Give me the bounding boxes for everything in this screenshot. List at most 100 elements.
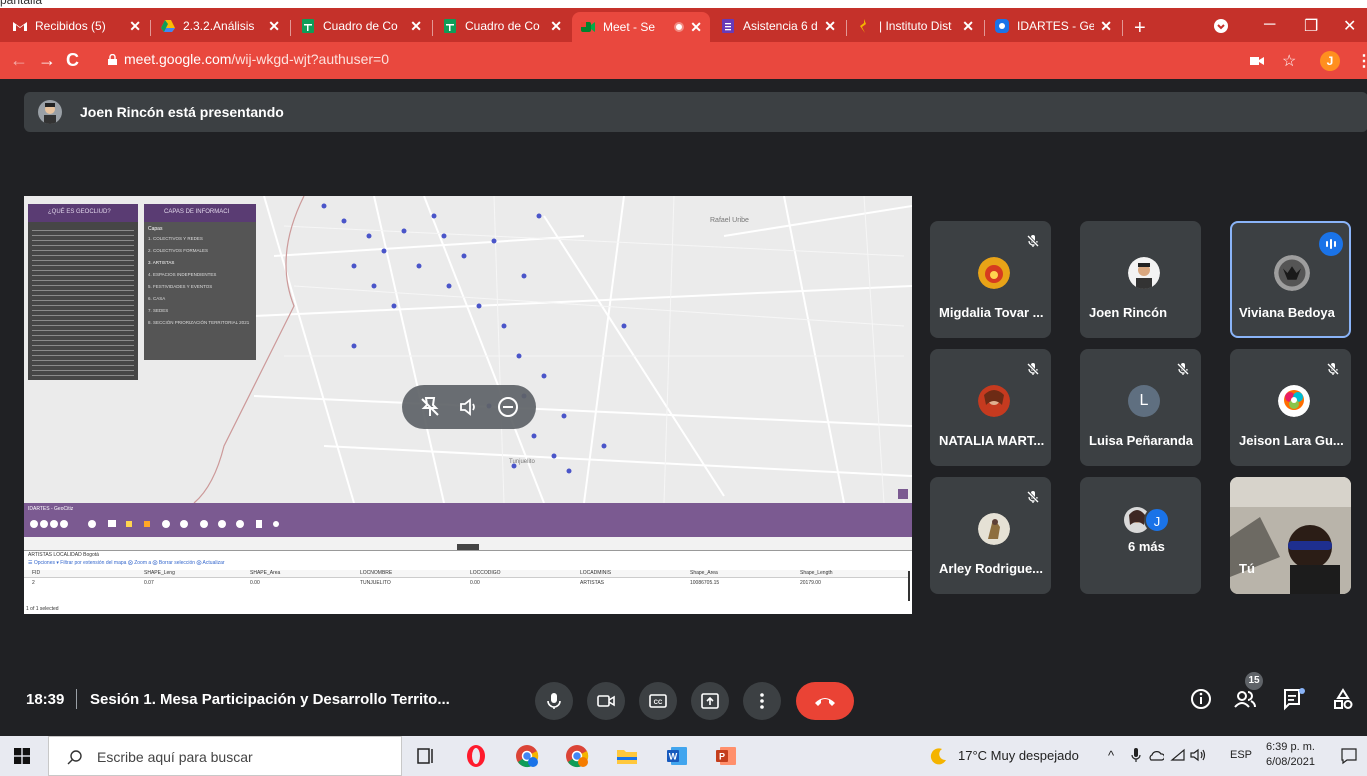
tray-chevron-icon[interactable]: ^ xyxy=(1108,748,1114,763)
participant-tile-active-speaker[interactable]: Viviana Bedoya xyxy=(1230,221,1351,338)
leave-call-button[interactable] xyxy=(796,682,854,720)
screen: pantalla Recibidos (5) ✕ 2.3.2.Análisis … xyxy=(0,0,1367,776)
url-field[interactable]: meet.google.com/wij-wkgd-wjt?authuser=0 xyxy=(124,51,389,67)
pin-off-icon[interactable] xyxy=(418,395,442,419)
onedrive-icon[interactable] xyxy=(1148,748,1164,762)
meeting-info-icon[interactable] xyxy=(1189,687,1213,711)
layer-item: 8. SECCIÓN PRIORIZACIÓN TERRITORIAL 2021 xyxy=(148,320,250,325)
participant-tile[interactable]: L Luisa Peñaranda xyxy=(1080,349,1201,466)
presenting-banner: Joen Rincón está presentando xyxy=(24,92,1367,132)
forward-icon[interactable]: → xyxy=(38,50,56,70)
table-cell: 0.00 xyxy=(470,580,480,586)
more-vert-icon xyxy=(760,693,764,709)
camera-button[interactable] xyxy=(587,682,625,720)
activities-icon[interactable] xyxy=(1331,687,1355,711)
chrome-icon[interactable] xyxy=(565,744,589,768)
opera-icon[interactable] xyxy=(464,744,488,768)
windows-start-icon[interactable] xyxy=(14,748,30,764)
close-icon[interactable]: ✕ xyxy=(824,18,836,35)
word-icon[interactable]: W xyxy=(665,744,689,768)
tab-drive-doc[interactable]: 2.3.2.Análisis ✕ xyxy=(152,12,288,40)
clock-date: 6/08/2021 xyxy=(1266,756,1315,768)
weather-text[interactable]: 17°C Muy despejado xyxy=(958,748,1079,763)
menu-dots-icon[interactable]: ⋮ xyxy=(1356,51,1367,71)
present-icon xyxy=(701,693,719,709)
chat-icon[interactable] xyxy=(1282,687,1306,711)
avatar xyxy=(1128,257,1160,289)
close-icon[interactable]: ✕ xyxy=(550,18,562,35)
camera-indicator-icon[interactable] xyxy=(1250,56,1264,66)
browser-tab-bar: Recibidos (5) ✕ 2.3.2.Análisis ✕ Cuadro … xyxy=(0,8,1367,42)
participant-tile[interactable]: Jeison Lara Gu... xyxy=(1230,349,1351,466)
close-icon[interactable]: ✕ xyxy=(410,18,422,35)
tab-gmail[interactable]: Recibidos (5) ✕ xyxy=(4,12,149,40)
table-cell: ARTISTAS xyxy=(580,580,604,586)
captions-button[interactable]: CC xyxy=(639,682,677,720)
participant-name: Viviana Bedoya xyxy=(1239,305,1335,320)
sheets-icon xyxy=(302,19,314,33)
close-icon[interactable]: ✕ xyxy=(268,18,280,35)
participant-tile[interactable]: NATALIA MART... xyxy=(930,349,1051,466)
chrome-icon[interactable] xyxy=(515,744,539,768)
meet-stage: Joen Rincón está presentando Rafael Urib… xyxy=(0,79,1367,735)
keyboard-language[interactable]: ESP xyxy=(1230,749,1252,761)
tab-sheets-2[interactable]: Cuadro de Co ✕ xyxy=(434,12,570,40)
volume-icon[interactable] xyxy=(457,395,481,419)
attribute-table: ARTISTAS LOCALIDAD Bogotá ☰ Opciones ▾ F… xyxy=(24,550,912,614)
remove-icon[interactable] xyxy=(496,395,520,419)
microphone-button[interactable] xyxy=(535,682,573,720)
more-options-button[interactable] xyxy=(743,682,781,720)
tab-idartes[interactable]: IDARTES - Ge ✕ xyxy=(986,12,1120,40)
bookmark-star-icon[interactable]: ☆ xyxy=(1282,51,1296,71)
close-icon[interactable]: ✕ xyxy=(962,18,974,35)
map-toolbar: IDARTES - GeoCitiz xyxy=(24,503,912,537)
hang-up-icon xyxy=(815,698,835,706)
tab-label: Asistencia 6 d xyxy=(743,19,818,33)
mic-off-icon xyxy=(1326,362,1340,376)
task-view-icon[interactable] xyxy=(414,744,438,768)
close-icon[interactable]: ✕ xyxy=(1100,18,1112,35)
participant-tile-more[interactable]: J 6 más xyxy=(1080,477,1201,594)
people-icon[interactable] xyxy=(1233,687,1257,711)
wifi-icon[interactable] xyxy=(1170,748,1186,762)
profile-avatar[interactable]: J xyxy=(1320,51,1340,71)
reload-icon[interactable]: C xyxy=(66,50,79,70)
taskbar-search[interactable]: Escribe aquí para buscar xyxy=(48,736,402,776)
address-bar: ← → C meet.google.com/wij-wkgd-wjt?authu… xyxy=(0,42,1367,79)
layer-item: 1. COLECTIVOS Y REDES xyxy=(148,236,203,241)
participant-tile[interactable]: Arley Rodrigue... xyxy=(930,477,1051,594)
file-explorer-icon[interactable] xyxy=(615,744,639,768)
table-header-cell: Shape_Length xyxy=(800,570,833,576)
self-view-tile[interactable]: Tú xyxy=(1230,477,1351,594)
participant-tile[interactable]: Joen Rincón xyxy=(1080,221,1201,338)
taskbar-clock[interactable]: 6:39 p. m. 6/08/2021 xyxy=(1266,740,1315,770)
powerpoint-icon[interactable]: P xyxy=(714,744,738,768)
present-button[interactable] xyxy=(691,682,729,720)
table-header-cell: SHAPE_Area xyxy=(250,570,281,576)
notifications-icon[interactable] xyxy=(1340,747,1358,765)
window-close-icon[interactable]: ✕ xyxy=(1343,16,1356,36)
info-panel-text-block xyxy=(32,226,134,376)
svg-text:CC: CC xyxy=(654,700,663,706)
minimize-icon[interactable]: ─ xyxy=(1264,16,1275,34)
forms-icon xyxy=(722,19,734,33)
weather-moon-icon[interactable] xyxy=(930,747,948,765)
tab-meet[interactable]: Meet - Se ✕ xyxy=(572,12,710,42)
tab-instituto[interactable]: | Instituto Dist ✕ xyxy=(848,12,982,40)
close-icon[interactable]: ✕ xyxy=(129,18,141,35)
search-icon xyxy=(67,750,82,765)
shared-screen[interactable]: Rafael Uribe Tunjuelito ¿QUÉ ES GEOCLIUD… xyxy=(24,196,912,614)
restore-icon[interactable]: ❐ xyxy=(1304,16,1318,36)
tray-mic-icon[interactable] xyxy=(1131,748,1141,763)
new-tab-button[interactable]: + xyxy=(1134,18,1146,38)
meet-bottom-bar: 18:39 Sesión 1. Mesa Participación y Des… xyxy=(0,667,1367,735)
speaker-icon[interactable] xyxy=(1190,748,1208,762)
layers-panel-body: Capas 1. COLECTIVOS Y REDES 2. COLECTIVO… xyxy=(144,222,256,336)
close-icon[interactable]: ✕ xyxy=(690,19,702,36)
mic-off-icon xyxy=(1026,362,1040,376)
tab-search-icon[interactable] xyxy=(1214,19,1228,33)
tab-sheets-1[interactable]: Cuadro de Co ✕ xyxy=(292,12,430,40)
tab-forms[interactable]: Asistencia 6 d ✕ xyxy=(712,12,844,40)
participant-tile[interactable]: Migdalia Tovar ... xyxy=(930,221,1051,338)
back-icon[interactable]: ← xyxy=(10,50,28,70)
